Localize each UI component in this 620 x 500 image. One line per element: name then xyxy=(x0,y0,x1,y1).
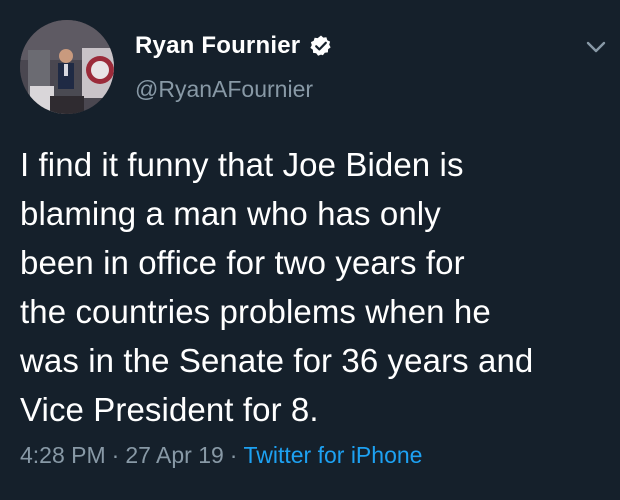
author-name-row: Ryan Fournier xyxy=(135,32,333,60)
tweet-meta: 4:28 PM · 27 Apr 19 · Twitter for iPhone xyxy=(20,442,422,469)
meta-separator: · xyxy=(111,442,120,468)
tweet-text-line: I find it funny that Joe Biden is xyxy=(20,146,464,183)
display-name[interactable]: Ryan Fournier xyxy=(135,32,300,60)
avatar-photo xyxy=(20,20,114,114)
tweet-text: I find it funny that Joe Biden is blamin… xyxy=(20,140,615,434)
verified-badge-icon xyxy=(309,34,333,58)
tweet-text-line: the countries problems when he xyxy=(20,293,491,330)
avatar[interactable] xyxy=(20,20,114,114)
tweet-text-line: Vice President for 8. xyxy=(20,391,319,428)
tweet-text-line: been in office for two years for xyxy=(20,244,465,281)
tweet-time[interactable]: 4:28 PM xyxy=(20,442,106,468)
tweet-card: Ryan Fournier @RyanAFournier I find it f… xyxy=(0,0,620,500)
chevron-down-icon[interactable] xyxy=(584,38,608,56)
tweet-date[interactable]: 27 Apr 19 xyxy=(125,442,223,468)
tweet-text-line: blaming a man who has only xyxy=(20,195,441,232)
meta-separator: · xyxy=(229,442,238,468)
tweet-text-line: was in the Senate for 36 years and xyxy=(20,342,534,379)
tweet-source-link[interactable]: Twitter for iPhone xyxy=(243,442,422,468)
author-handle[interactable]: @RyanAFournier xyxy=(135,76,313,103)
